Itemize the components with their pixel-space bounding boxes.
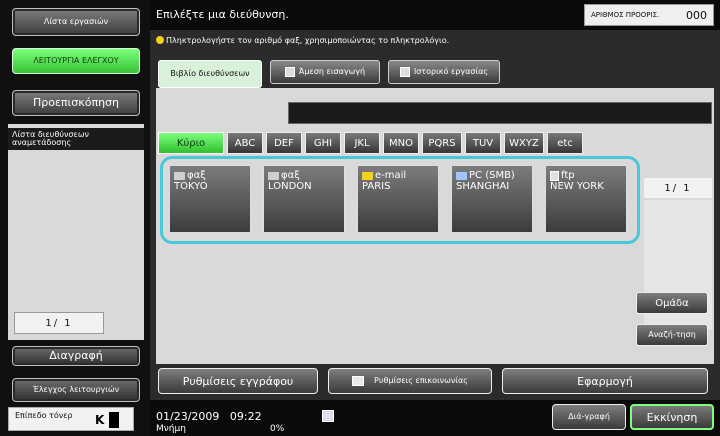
search-button[interactable]: Αναζή-τηση (636, 324, 708, 346)
destination-type: ftp (561, 170, 575, 181)
destination-london[interactable]: φαξ LONDON (263, 165, 345, 233)
filter-etc[interactable]: etc (547, 132, 583, 154)
filter-def[interactable]: DEF (266, 132, 302, 154)
hint-message: Πληκτρολογήστε τον αριθμό φαξ, χρησιμοπο… (156, 36, 449, 45)
tab-direct-input[interactable]: Άμεση εισαγωγή (270, 60, 380, 84)
job-list-button[interactable]: Λίστα εργασιών (12, 8, 140, 36)
preview-label: Προεπισκόπηση (33, 96, 119, 109)
bottom-bar: Ρυθμίσεις εγγράφου Ρυθμίσεις επικοινωνία… (158, 368, 718, 396)
destination-list: φαξ TOKYO φαξ LONDON e-mail PARIS PC (SM… (160, 156, 640, 244)
destination-type: e-mail (375, 170, 407, 181)
tab-direct-input-label: Άμεση εισαγωγή (298, 67, 366, 76)
review-button[interactable]: Διά-γραφή (552, 404, 626, 430)
history-icon (399, 67, 410, 77)
destination-name: PARIS (362, 181, 391, 192)
destination-count-label: ΑΡΙΘΜΟΣ ΠΡΟΟΡΙΣ. (591, 10, 660, 19)
address-input-bar[interactable] (288, 102, 712, 124)
comm-settings-label: Ρυθμίσεις επικοινωνίας (374, 376, 468, 385)
document-settings-button[interactable]: Ρυθμίσεις εγγράφου (158, 368, 318, 394)
filter-tuv[interactable]: TUV (465, 132, 501, 154)
destination-new-york[interactable]: ftp NEW YORK (545, 165, 627, 233)
left-page-counter: 1/ 1 (14, 312, 104, 334)
apply-button[interactable]: Εφαρμογή (502, 368, 708, 394)
email-icon (362, 171, 373, 180)
destination-type: φαξ (187, 170, 206, 181)
destination-type: φαξ (281, 170, 300, 181)
delete-button[interactable]: Διαγραφή (12, 346, 140, 366)
fax-icon (268, 171, 279, 180)
destination-name: NEW YORK (550, 181, 604, 192)
date-time: 01/23/2009 09:22 (156, 410, 262, 423)
delete-label: Διαγραφή (49, 349, 103, 362)
time: 09:22 (229, 410, 262, 423)
resend-list-heading: Λίστα διευθύνσεων αναμετάδοσης (8, 128, 144, 150)
page-title: Επιλέξτε μια διεύθυνση. (156, 8, 289, 21)
pc-icon (456, 171, 467, 180)
fax-icon (174, 171, 185, 180)
tab-bar: Βιβλίο διευθύνσεων Άμεση εισαγωγή Ιστορι… (158, 60, 508, 88)
destination-name: TOKYO (174, 181, 208, 192)
destination-count-box: ΑΡΙΘΜΟΣ ΠΡΟΟΡΙΣ. 000 (584, 4, 714, 26)
destination-name: SHANGHAI (456, 181, 510, 192)
destination-type: PC (SMB) (469, 170, 515, 181)
screen: Λίστα εργασιών ΛΕΙΤΟΥΡΓΙΑ ΕΛΕΓΧΟΥ Προεπι… (0, 0, 720, 436)
hint-text: Πληκτρολογήστε τον αριθμό φαξ, χρησιμοπο… (166, 36, 450, 45)
filter-jkl[interactable]: JKL (344, 132, 380, 154)
job-control-button[interactable]: Έλεγχος λειτουργιών (12, 378, 140, 402)
comm-settings-button[interactable]: Ρυθμίσεις επικοινωνίας (328, 368, 492, 394)
functions-button[interactable]: ΛΕΙΤΟΥΡΓΙΑ ΕΛΕΓΧΟΥ (12, 48, 140, 74)
destination-paris[interactable]: e-mail PARIS (357, 165, 439, 233)
date: 01/23/2009 (156, 410, 220, 423)
address-book-content: Κύριο ABC DEF GHI JKL MNO PQRS TUV WXYZ … (156, 88, 714, 364)
info-icon (156, 36, 164, 44)
job-list-label: Λίστα εργασιών (43, 17, 109, 26)
index-filter-row: Κύριο ABC DEF GHI JKL MNO PQRS TUV WXYZ … (158, 132, 586, 154)
destination-tokyo[interactable]: φαξ TOKYO (169, 165, 251, 233)
filter-mno[interactable]: MNO (383, 132, 419, 154)
destination-count-value: 000 (686, 8, 707, 22)
page-counter: 1/ 1 (644, 178, 712, 198)
functions-label: ΛΕΙΤΟΥΡΓΙΑ ΕΛΕΓΧΟΥ (33, 56, 119, 65)
main-panel: Επιλέξτε μια διεύθυνση. ΑΡΙΘΜΟΣ ΠΡΟΟΡΙΣ.… (150, 0, 720, 436)
destination-name: LONDON (268, 181, 312, 192)
memory-value: 0% (270, 424, 285, 434)
start-button[interactable]: Εκκίνηση (630, 404, 714, 430)
memory-label: Μνήμη (156, 424, 186, 434)
toner-bar-icon (109, 412, 119, 428)
tab-address-book-label: Βιβλίο διευθύνσεων (170, 69, 250, 78)
filter-abc[interactable]: ABC (227, 132, 263, 154)
destination-shanghai[interactable]: PC (SMB) SHANGHAI (451, 165, 533, 233)
filter-ghi[interactable]: GHI (305, 132, 341, 154)
job-control-label: Έλεγχος λειτουργιών (32, 385, 120, 394)
toner-level-label: Επίπεδο τόνερ (15, 411, 73, 420)
tab-job-history[interactable]: Ιστορικό εργασίας (388, 60, 500, 84)
preview-button[interactable]: Προεπισκόπηση (12, 90, 140, 116)
network-icon (352, 376, 365, 386)
network-status-icon (322, 410, 334, 422)
top-bar: Επιλέξτε μια διεύθυνση. ΑΡΙΘΜΟΣ ΠΡΟΟΡΙΣ.… (150, 0, 720, 30)
ftp-icon (550, 170, 559, 181)
toner-level-indicator: Επίπεδο τόνερ K (8, 407, 134, 431)
keypad-icon (284, 67, 295, 77)
filter-wxyz[interactable]: WXYZ (504, 132, 544, 154)
status-bar: 01/23/2009 09:22 Μνήμη 0% Διά-γραφή Εκκί… (150, 400, 720, 436)
tab-job-history-label: Ιστορικό εργασίας (413, 67, 489, 76)
tab-address-book[interactable]: Βιβλίο διευθύνσεων (158, 60, 262, 88)
filter-main[interactable]: Κύριο (158, 132, 224, 154)
left-panel: Λίστα εργασιών ΛΕΙΤΟΥΡΓΙΑ ΕΛΕΓΧΟΥ Προεπι… (0, 0, 150, 436)
filter-pqrs[interactable]: PQRS (422, 132, 462, 154)
resend-list-panel: Λίστα διευθύνσεων αναμετάδοσης (8, 124, 144, 340)
toner-color-label: K (95, 413, 105, 427)
group-button[interactable]: Ομάδα (636, 292, 708, 314)
